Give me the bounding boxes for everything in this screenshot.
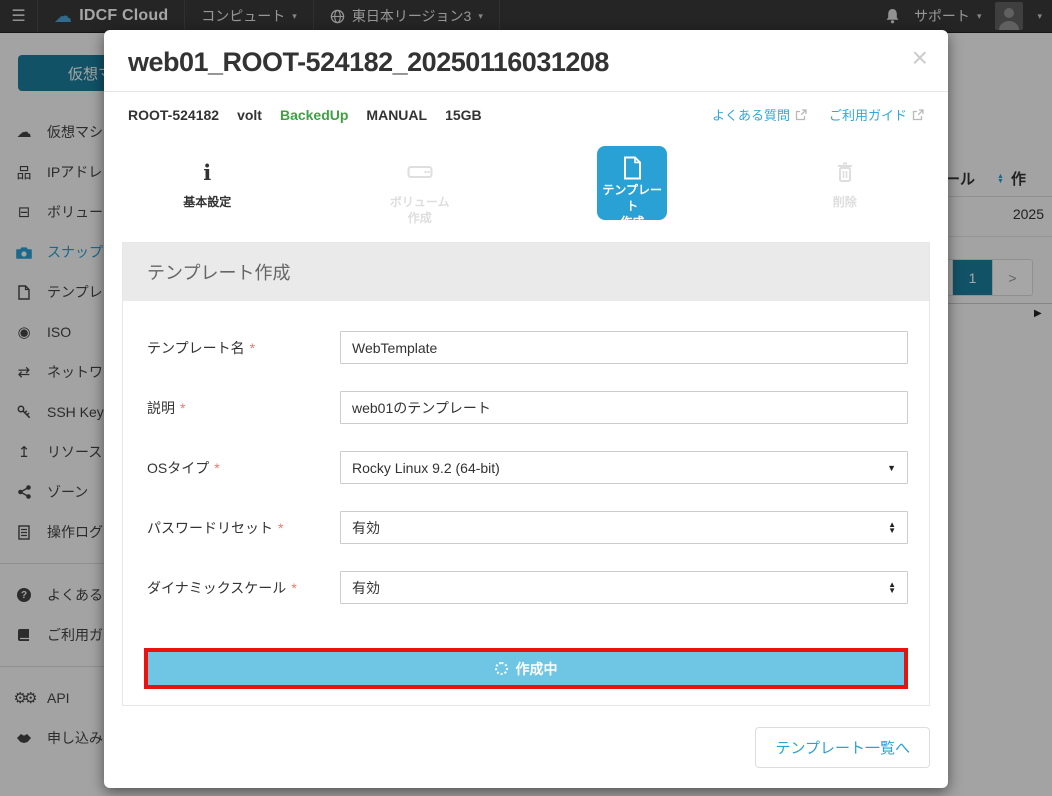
meta-volume-name: volt <box>237 107 262 123</box>
required-asterisk: * <box>278 520 283 536</box>
external-link-icon <box>912 109 924 121</box>
external-link-icon <box>795 109 807 121</box>
field-label: OSタイプ <box>147 460 209 476</box>
modal-title: web01_ROOT-524182_20250116031208 <box>128 47 924 78</box>
field-label: テンプレート名 <box>147 340 245 356</box>
volume-icon <box>407 156 433 188</box>
select-updown-icon: ▲▼ <box>888 522 896 534</box>
form-row-description: 説明 * <box>144 391 908 424</box>
faq-link[interactable]: よくある質問 <box>712 105 807 124</box>
template-name-input[interactable] <box>340 331 908 364</box>
status-badge: BackedUp <box>280 107 348 123</box>
creating-button[interactable]: 作成中 <box>148 652 904 685</box>
dynamic-scale-select[interactable]: 有効 ▲▼ <box>340 571 908 604</box>
snapshot-meta-row: ROOT-524182 volt BackedUp MANUAL 15GB よく… <box>104 92 948 130</box>
os-type-select[interactable]: Rocky Linux 9.2 (64-bit) ▼ <box>340 451 908 484</box>
snapshot-detail-modal: web01_ROOT-524182_20250116031208 × ROOT-… <box>104 30 948 788</box>
form-row-template-name: テンプレート名 * <box>144 331 908 364</box>
password-reset-select[interactable]: 有効 ▲▼ <box>340 511 908 544</box>
step-delete: 削除 <box>759 144 929 226</box>
description-input[interactable] <box>340 391 908 424</box>
modal-step-tabs: i 基本設定 ボリューム作成 テンプレート作成 削除 <box>104 130 948 230</box>
panel-title: テンプレート作成 <box>123 243 929 301</box>
template-file-icon <box>623 156 642 180</box>
highlight-red-box: 作成中 <box>144 648 908 689</box>
field-label: 説明 <box>147 400 175 416</box>
required-asterisk: * <box>180 400 185 416</box>
form-row-dynamic-scale: ダイナミックスケール * 有効 ▲▼ <box>144 571 908 604</box>
step-template-create[interactable]: テンプレート作成 <box>597 146 667 220</box>
close-icon[interactable]: × <box>912 44 928 72</box>
template-list-button[interactable]: テンプレート一覧へ <box>755 727 930 768</box>
step-volume-create: ボリューム作成 <box>335 144 505 226</box>
trash-icon <box>836 156 854 188</box>
field-label: パスワードリセット <box>147 520 273 536</box>
guide-link[interactable]: ご利用ガイド <box>829 105 924 124</box>
form-row-os-type: OSタイプ * Rocky Linux 9.2 (64-bit) ▼ <box>144 451 908 484</box>
meta-volume-id: ROOT-524182 <box>128 107 219 123</box>
meta-type: MANUAL <box>366 107 427 123</box>
select-arrow-icon: ▼ <box>887 463 896 473</box>
field-label: ダイナミックスケール <box>147 580 286 596</box>
select-updown-icon: ▲▼ <box>888 582 896 594</box>
required-asterisk: * <box>214 460 219 476</box>
form-row-password-reset: パスワードリセット * 有効 ▲▼ <box>144 511 908 544</box>
spinner-icon <box>495 662 508 675</box>
required-asterisk: * <box>250 340 255 356</box>
step-basic-settings[interactable]: i 基本設定 <box>122 144 292 226</box>
required-asterisk: * <box>291 580 296 596</box>
template-create-panel: テンプレート作成 テンプレート名* 説明* OS <box>122 242 930 706</box>
info-icon: i <box>203 160 211 185</box>
meta-size: 15GB <box>445 107 482 123</box>
